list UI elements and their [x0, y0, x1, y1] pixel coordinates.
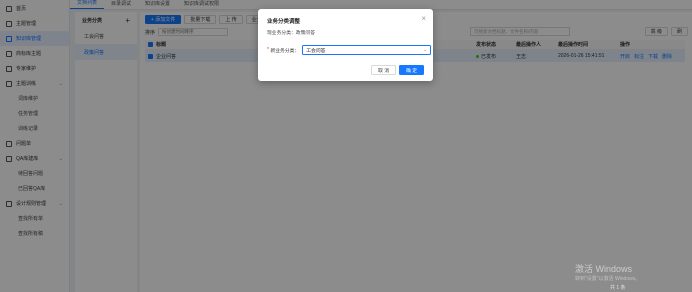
confirm-button[interactable]: 确 定	[399, 65, 424, 75]
current-category-value: 政策问答	[295, 31, 315, 36]
chevron-down-icon: ⌄	[423, 47, 428, 53]
total-count: 共 1 条	[610, 285, 626, 291]
activation-watermark: 激活 Windows	[575, 264, 633, 274]
pagination: 共 1 条	[610, 284, 626, 291]
activation-watermark-sub: 转到"设置"以激活 Windows。	[575, 276, 641, 282]
category-adjust-dialog: 业务分类调整 × 现业务分类：政策问答 * 新业务分类： 工会问答 ⌄ 取 消 …	[258, 9, 433, 81]
cancel-button[interactable]: 取 消	[371, 65, 397, 75]
dialog-footer: 取 消 确 定	[371, 65, 424, 75]
close-icon[interactable]: ×	[421, 14, 426, 23]
new-category-value: 工会问答	[306, 48, 326, 54]
dialog-title: 业务分类调整	[267, 19, 301, 25]
new-category-row: * 新业务分类： 工会问答 ⌄	[267, 45, 432, 55]
required-mark: *	[267, 47, 269, 53]
new-category-select[interactable]: 工会问答 ⌄	[302, 45, 432, 55]
current-category: 现业务分类：政策问答	[267, 29, 315, 36]
new-category-label: 新业务分类：	[270, 48, 300, 54]
current-category-label: 现业务分类：	[267, 31, 296, 36]
